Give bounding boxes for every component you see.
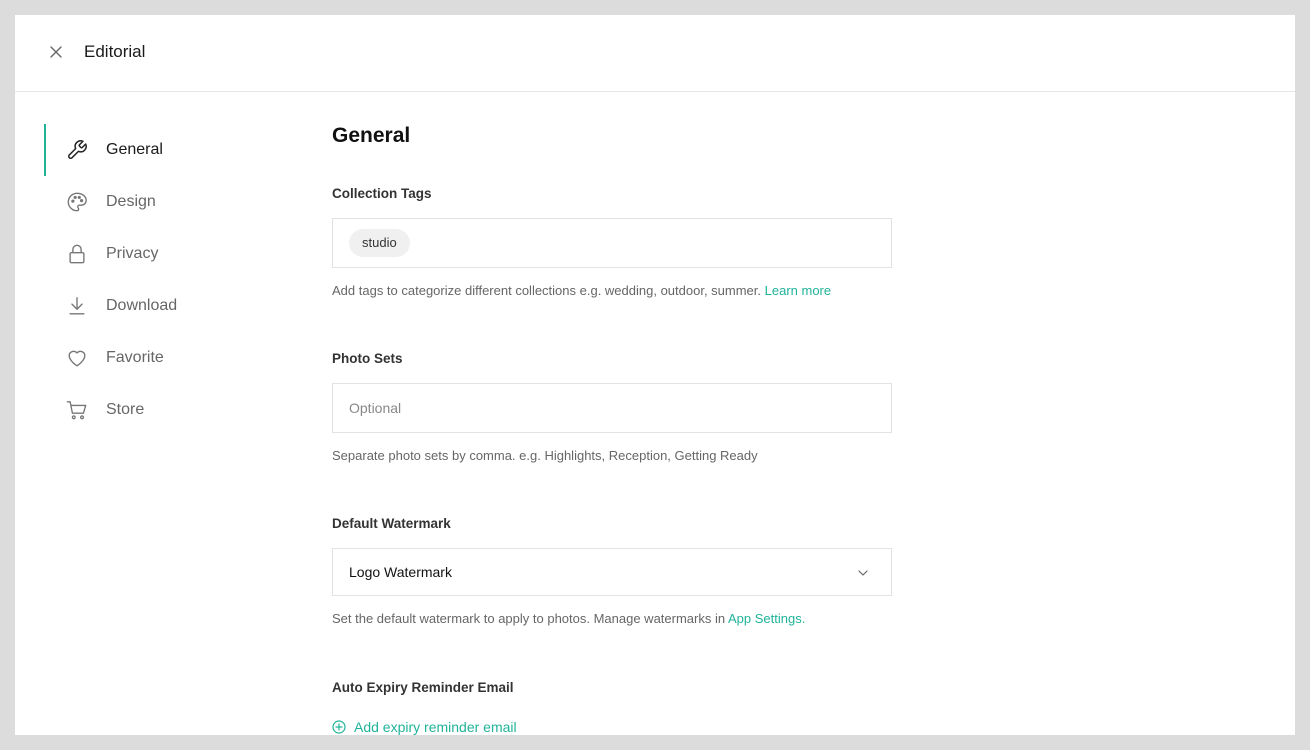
sidebar-item-design[interactable]: Design [15,176,295,228]
sidebar-item-label: General [106,141,163,158]
wrench-icon [65,138,89,162]
tag-chip[interactable]: studio [349,229,410,257]
collection-tags-field[interactable]: studio [332,218,892,268]
photo-sets-input[interactable] [349,384,869,432]
watermark-select[interactable]: Logo Watermark [332,548,892,596]
page-title: General [332,124,411,147]
photo-sets-label: Photo Sets [332,351,403,366]
sidebar-item-download[interactable]: Download [15,280,295,332]
sidebar-nav: General Design Privacy Download Favorite [15,124,295,436]
add-expiry-reminder-button[interactable]: Add expiry reminder email [332,719,517,735]
collection-tags-label: Collection Tags [332,186,432,201]
palette-icon [65,190,89,214]
download-icon [65,294,89,318]
sidebar-item-label: Download [106,297,178,314]
sidebar-item-general[interactable]: General [15,124,295,176]
photo-sets-field[interactable] [332,383,892,433]
sidebar-item-label: Privacy [106,245,159,262]
watermark-selected-value: Logo Watermark [349,564,452,580]
sidebar-item-label: Favorite [106,349,164,366]
plus-circle-icon [332,720,346,734]
sidebar-item-store[interactable]: Store [15,384,295,436]
learn-more-link[interactable]: Learn more [765,283,831,298]
sidebar-item-label: Design [106,193,156,210]
expiry-label: Auto Expiry Reminder Email [332,680,514,695]
add-expiry-reminder-label: Add expiry reminder email [354,719,517,735]
heart-icon [65,346,89,370]
watermark-label: Default Watermark [332,516,451,531]
watermark-help: Set the default watermark to apply to ph… [332,611,805,626]
collection-tags-help: Add tags to categorize different collect… [332,283,831,298]
sidebar-item-privacy[interactable]: Privacy [15,228,295,280]
sidebar-item-favorite[interactable]: Favorite [15,332,295,384]
top-bar: Editorial [15,15,1295,92]
collection-tags-help-text: Add tags to categorize different collect… [332,283,762,298]
settings-window: Editorial General Design Privacy Downloa… [15,15,1295,735]
photo-sets-help: Separate photo sets by comma. e.g. Highl… [332,448,758,463]
close-icon[interactable] [48,44,64,60]
sidebar-item-label: Store [106,401,145,418]
app-settings-link[interactable]: App Settings [728,611,802,626]
lock-icon [65,242,89,266]
cart-icon [65,398,89,422]
chevron-down-icon [857,566,869,578]
watermark-help-period: . [801,611,806,626]
window-title: Editorial [84,42,146,61]
watermark-help-text: Set the default watermark to apply to ph… [332,611,726,626]
